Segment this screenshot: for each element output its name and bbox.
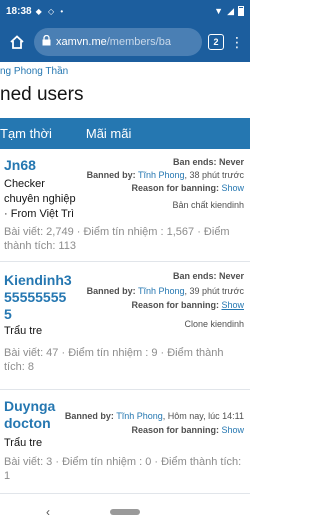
tabs-icon[interactable]: 2 — [208, 34, 224, 50]
home-icon[interactable] — [6, 31, 28, 53]
home-pill[interactable] — [110, 509, 140, 515]
user-stats-line: Bài viết: 2,749 · Điểm tín nhiệm : 1,567… — [4, 226, 230, 238]
user-stats-line: tích: 8 — [4, 361, 34, 373]
ban-ends: Ban ends: Never — [173, 270, 244, 282]
tab-permanent[interactable]: Mãi mãi — [76, 126, 140, 141]
username-line[interactable]: Duynga — [4, 398, 55, 415]
notification-icons: ◆ ◇ • — [35, 6, 66, 16]
user-stats-line: Bài viết: 3 · Điểm tín nhiệm : 0 · Điểm … — [4, 456, 242, 468]
list-item: Jn68 Checker chuyên nghiệp · From Việt T… — [0, 151, 250, 262]
banned-by-user-link[interactable]: Tĩnh Phong — [116, 411, 163, 421]
url-path: /members/ba — [106, 36, 171, 48]
ban-ends-text: Ban ends: Never — [172, 157, 244, 167]
banned-by-label: Banned by: — [86, 286, 136, 296]
ban-ends-text: Ban ends: Never — [172, 271, 244, 281]
ban-reason-row: Reason for banning: Show — [131, 299, 244, 311]
ban-reason-row: Reason for banning: Show — [131, 424, 244, 436]
lock-icon — [42, 34, 51, 49]
banned-by: Banned by: Tĩnh Phong, Hôm nay, lúc 14:1… — [65, 410, 244, 422]
browser-toolbar: xamvn.me/members/ba 2 ⋮ — [0, 22, 250, 62]
username-line[interactable]: 5 — [4, 306, 72, 323]
user-title-line: Checker — [4, 178, 45, 190]
reason-label: Reason for banning: — [131, 183, 219, 193]
user-title-line: Trẩu tre — [4, 325, 43, 337]
ban-reason: Clone kiendinh — [184, 319, 244, 329]
user-stats-line: 1 — [4, 470, 11, 482]
user-title: Trẩu tre — [4, 436, 42, 451]
banned-by: Banned by: Tĩnh Phong, 38 phút trước — [87, 169, 244, 181]
ban-reason-row: Reason for banning: Show — [131, 182, 244, 194]
ban-reason: Bản chất kiendinh — [172, 200, 244, 210]
list-item: Kiendinh3 55555555 5 Trẩu tre Bài viết: … — [0, 264, 250, 390]
username-line[interactable]: 55555555 — [4, 289, 72, 306]
breadcrumb[interactable]: ng Phong Thần — [0, 66, 68, 77]
system-nav-bar: ‹ — [0, 496, 250, 528]
banned-by-user-link[interactable]: Tĩnh Phong — [138, 286, 185, 296]
user-title: Trẩu tre — [4, 324, 42, 339]
user-title-line: chuyên nghiệp — [4, 193, 76, 205]
wifi-icon: ▼ — [214, 6, 224, 16]
show-reason-link[interactable]: Show — [221, 425, 244, 435]
tab-bar: Tạm thời Mãi mãi — [0, 118, 250, 149]
kebab-menu-icon[interactable]: ⋮ — [230, 34, 244, 51]
username-line[interactable]: Kiendinh3 — [4, 272, 72, 289]
username-link[interactable]: Kiendinh3 55555555 5 — [4, 272, 72, 323]
list-item: Duynga docton Trẩu tre Bài viết: 3 · Điể… — [0, 392, 250, 494]
username-link[interactable]: Jn68 — [4, 157, 36, 174]
reason-label: Reason for banning: — [131, 425, 219, 435]
username-link[interactable]: Duynga docton — [4, 398, 55, 432]
address-bar[interactable]: xamvn.me/members/ba — [34, 28, 202, 56]
status-time: 18:38 — [6, 5, 32, 17]
user-stats: Bài viết: 2,749 · Điểm tín nhiệm : 1,567… — [4, 225, 230, 253]
banned-when: , 39 phút trước — [184, 286, 244, 296]
banned-by: Banned by: Tĩnh Phong, 39 phút trước — [87, 285, 244, 297]
banned-when: , Hôm nay, lúc 14:11 — [162, 411, 244, 421]
url-host: xamvn.me — [56, 36, 107, 48]
banned-by-label: Banned by: — [64, 411, 114, 421]
reason-label: Reason for banning: — [131, 300, 219, 310]
user-stats: Bài viết: 47 · Điểm tín nhiệm : 9 · Điểm… — [4, 346, 223, 374]
banned-by-user-link[interactable]: Tĩnh Phong — [138, 170, 185, 180]
status-right: ▼ ◢ — [214, 6, 244, 17]
user-stats-line: thành tích: 113 — [4, 240, 76, 252]
user-title: Checker chuyên nghiệp · From Việt Trì — [4, 177, 76, 222]
show-reason-link[interactable]: Show — [221, 183, 244, 193]
status-bar: 18:38 ◆ ◇ • ▼ ◢ — [0, 0, 250, 22]
banned-when: , 38 phút trước — [184, 170, 244, 180]
user-stats: Bài viết: 3 · Điểm tín nhiệm : 0 · Điểm … — [4, 455, 241, 483]
tab-temporary[interactable]: Tạm thời — [0, 126, 76, 141]
banned-by-label: Banned by: — [86, 170, 136, 180]
user-title-line: Trẩu tre — [4, 437, 43, 449]
user-stats-line: Bài viết: 47 · Điểm tín nhiệm : 9 · Điểm… — [4, 347, 224, 359]
signal-icon: ◢ — [227, 5, 234, 16]
username-line[interactable]: Jn68 — [4, 157, 36, 174]
page-title: ned users — [0, 84, 84, 105]
ban-ends: Ban ends: Never — [173, 156, 244, 168]
username-line[interactable]: docton — [4, 415, 55, 432]
battery-icon — [238, 6, 244, 16]
back-icon[interactable]: ‹ — [46, 505, 50, 519]
user-title-line: · From Việt Trì — [4, 208, 75, 220]
show-reason-link[interactable]: Show — [221, 300, 244, 310]
